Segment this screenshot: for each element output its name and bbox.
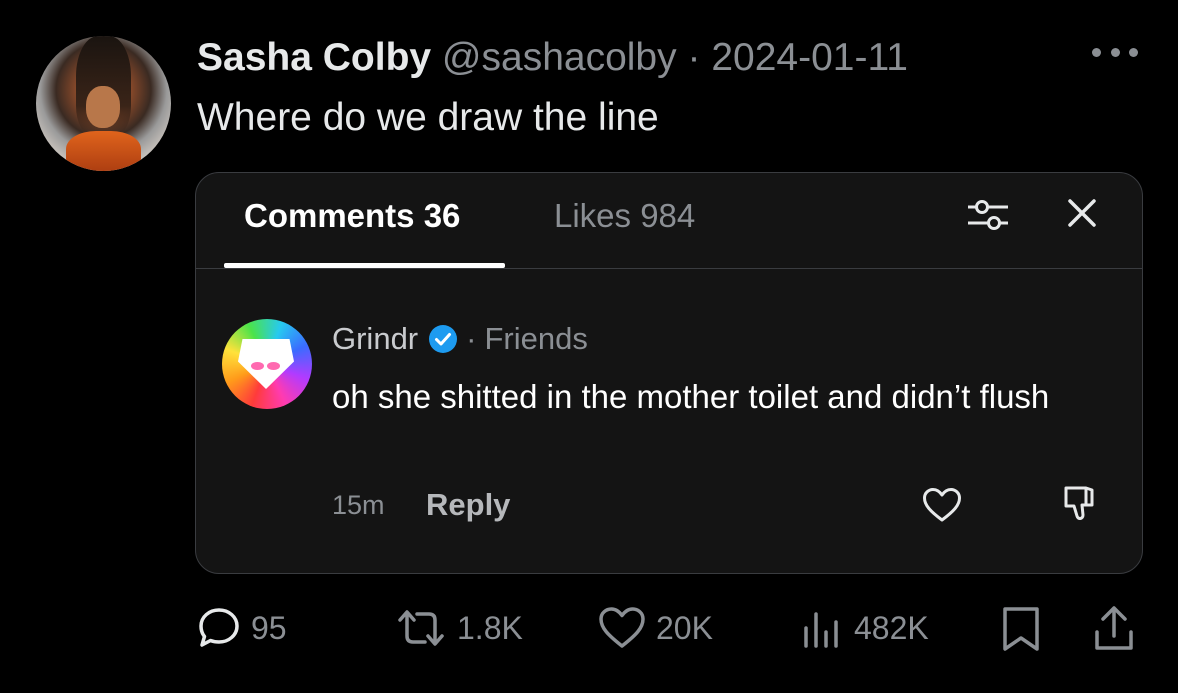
comment-separator: · (466, 321, 477, 356)
more-dot (1110, 47, 1120, 57)
comment-time: 15m (332, 490, 385, 520)
share-icon[interactable] (1092, 604, 1136, 652)
comments-card: Comments 36 Likes 984 Grindr · Friends o… (195, 172, 1143, 574)
dislike-icon[interactable] (1062, 485, 1096, 523)
tweet-date[interactable]: 2024-01-11 (711, 36, 908, 79)
tweet-header: Sasha Colby @sashacolby · 2024-01-11 (197, 36, 908, 80)
more-dot (1129, 47, 1138, 57)
repost-count: 1.8K (457, 609, 523, 646)
reply-count: 95 (251, 609, 287, 646)
comment-header: Grindr · Friends (332, 321, 588, 357)
comment-relation: Friends (484, 321, 588, 356)
header-separator: · (687, 36, 701, 79)
grindr-mask-logo (238, 339, 294, 389)
view-count: 482K (854, 609, 929, 646)
reply-action[interactable]: 95 (197, 600, 287, 656)
heart-icon (599, 607, 645, 648)
bookmark-icon[interactable] (1000, 606, 1042, 652)
views-action[interactable]: 482K (800, 600, 929, 656)
tweet-text: Where do we draw the line (197, 96, 659, 139)
like-action[interactable]: 20K (598, 600, 713, 656)
avatar-outfit (66, 131, 141, 171)
comment-author[interactable]: Grindr (332, 321, 418, 357)
author-avatar[interactable] (36, 36, 171, 171)
heart-icon[interactable] (922, 487, 962, 523)
tab-comments[interactable]: Comments 36 (244, 197, 460, 235)
tweet-actions: 95 1.8K 20K 482K (0, 600, 1178, 656)
grindr-avatar[interactable] (222, 319, 312, 409)
active-tab-indicator (224, 263, 505, 268)
author-name[interactable]: Sasha Colby (197, 36, 431, 79)
repost-icon (398, 610, 444, 646)
comment-text: oh she shitted in the mother toilet and … (332, 378, 1050, 415)
views-icon (804, 612, 838, 648)
comment-reply-button[interactable]: Reply (426, 487, 510, 523)
close-icon[interactable] (1064, 195, 1100, 231)
filter-icon[interactable] (966, 197, 1010, 233)
logo-eye (251, 362, 264, 370)
author-handle[interactable]: @sashacolby (442, 36, 677, 79)
more-dot (1092, 47, 1101, 57)
avatar-face (86, 86, 120, 128)
logo-eye (267, 362, 280, 370)
like-count: 20K (656, 609, 713, 646)
comments-tabs: Comments 36 Likes 984 (196, 173, 1142, 269)
more-icon[interactable] (1092, 42, 1138, 62)
tab-likes[interactable]: Likes 984 (554, 197, 695, 235)
verified-icon (429, 325, 458, 353)
repost-action[interactable]: 1.8K (395, 600, 523, 656)
reply-icon (199, 608, 239, 647)
